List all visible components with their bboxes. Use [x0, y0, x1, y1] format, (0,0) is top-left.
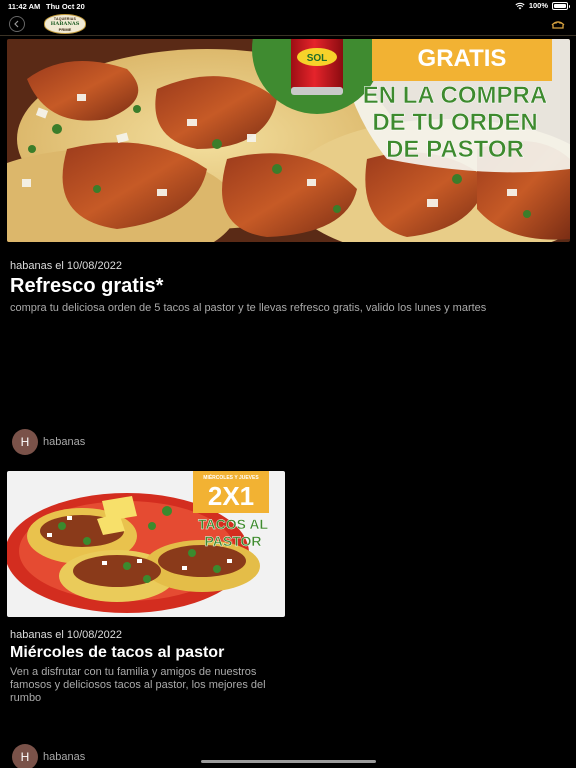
post-1-author[interactable]: H habanas	[12, 429, 85, 455]
logo-line-3: PRIME	[58, 26, 72, 32]
post-1-meta: habanas el 10/08/2022	[10, 260, 122, 272]
status-date: Thu Oct 20	[46, 2, 85, 11]
post-2-banner-image[interactable]: MIÉRCOLES Y JUEVES 2X1 TACOS AL PASTOR	[7, 471, 285, 617]
brand-logo[interactable]: TAQUERIAS HABANAS PRIME	[44, 14, 86, 34]
cart-button[interactable]	[550, 16, 566, 32]
post-1-description: compra tu deliciosa orden de 5 tacos al …	[10, 302, 487, 314]
author-name: habanas	[43, 436, 86, 448]
post-2-title[interactable]: Miércoles de tacos al pastor	[10, 644, 224, 662]
wifi-icon	[515, 2, 525, 9]
can-label: SOL	[307, 53, 328, 64]
tacos-2x1-illustration: MIÉRCOLES Y JUEVES 2X1 TACOS AL PASTOR	[7, 471, 285, 617]
promo-2x1: 2X1	[208, 481, 254, 511]
avatar: H	[12, 744, 38, 768]
banner-headline-2: DE TU ORDEN	[372, 109, 537, 136]
nav-bar: TAQUERIAS HABANAS PRIME	[0, 12, 576, 36]
home-indicator[interactable]	[201, 760, 376, 763]
battery-percent: 100%	[528, 1, 548, 10]
battery-icon	[552, 1, 570, 10]
post-1-banner-image[interactable]: SOL GRATIS EN LA COMPRA DE TU ORDEN DE P…	[7, 39, 570, 242]
post-2-description: Ven a disfrutar con tu familia y amigos …	[10, 666, 266, 704]
promo-days: MIÉRCOLES Y JUEVES	[203, 473, 259, 481]
banner-headline-3: DE PASTOR	[386, 136, 524, 163]
promo-line-2: PASTOR	[204, 533, 261, 549]
back-button[interactable]	[9, 16, 25, 32]
promo-line-1: TACOS AL	[198, 516, 268, 532]
post-2-author[interactable]: H habanas	[12, 744, 85, 768]
status-right: 100%	[515, 1, 570, 10]
back-arrow-icon	[14, 20, 19, 28]
tacos-promo-illustration: SOL GRATIS EN LA COMPRA DE TU ORDEN DE P…	[7, 39, 570, 242]
banner-headline-1: EN LA COMPRA	[363, 82, 547, 109]
status-bar: 11:42 AM Thu Oct 20 100%	[0, 0, 576, 12]
post-2-meta: habanas el 10/08/2022	[10, 629, 122, 641]
author-name: habanas	[43, 751, 86, 763]
gratis-badge-text: GRATIS	[418, 45, 507, 72]
status-time: 11:42 AM	[8, 2, 41, 11]
avatar: H	[12, 429, 38, 455]
post-1-title[interactable]: Refresco gratis*	[10, 275, 163, 298]
cart-icon	[551, 21, 565, 29]
